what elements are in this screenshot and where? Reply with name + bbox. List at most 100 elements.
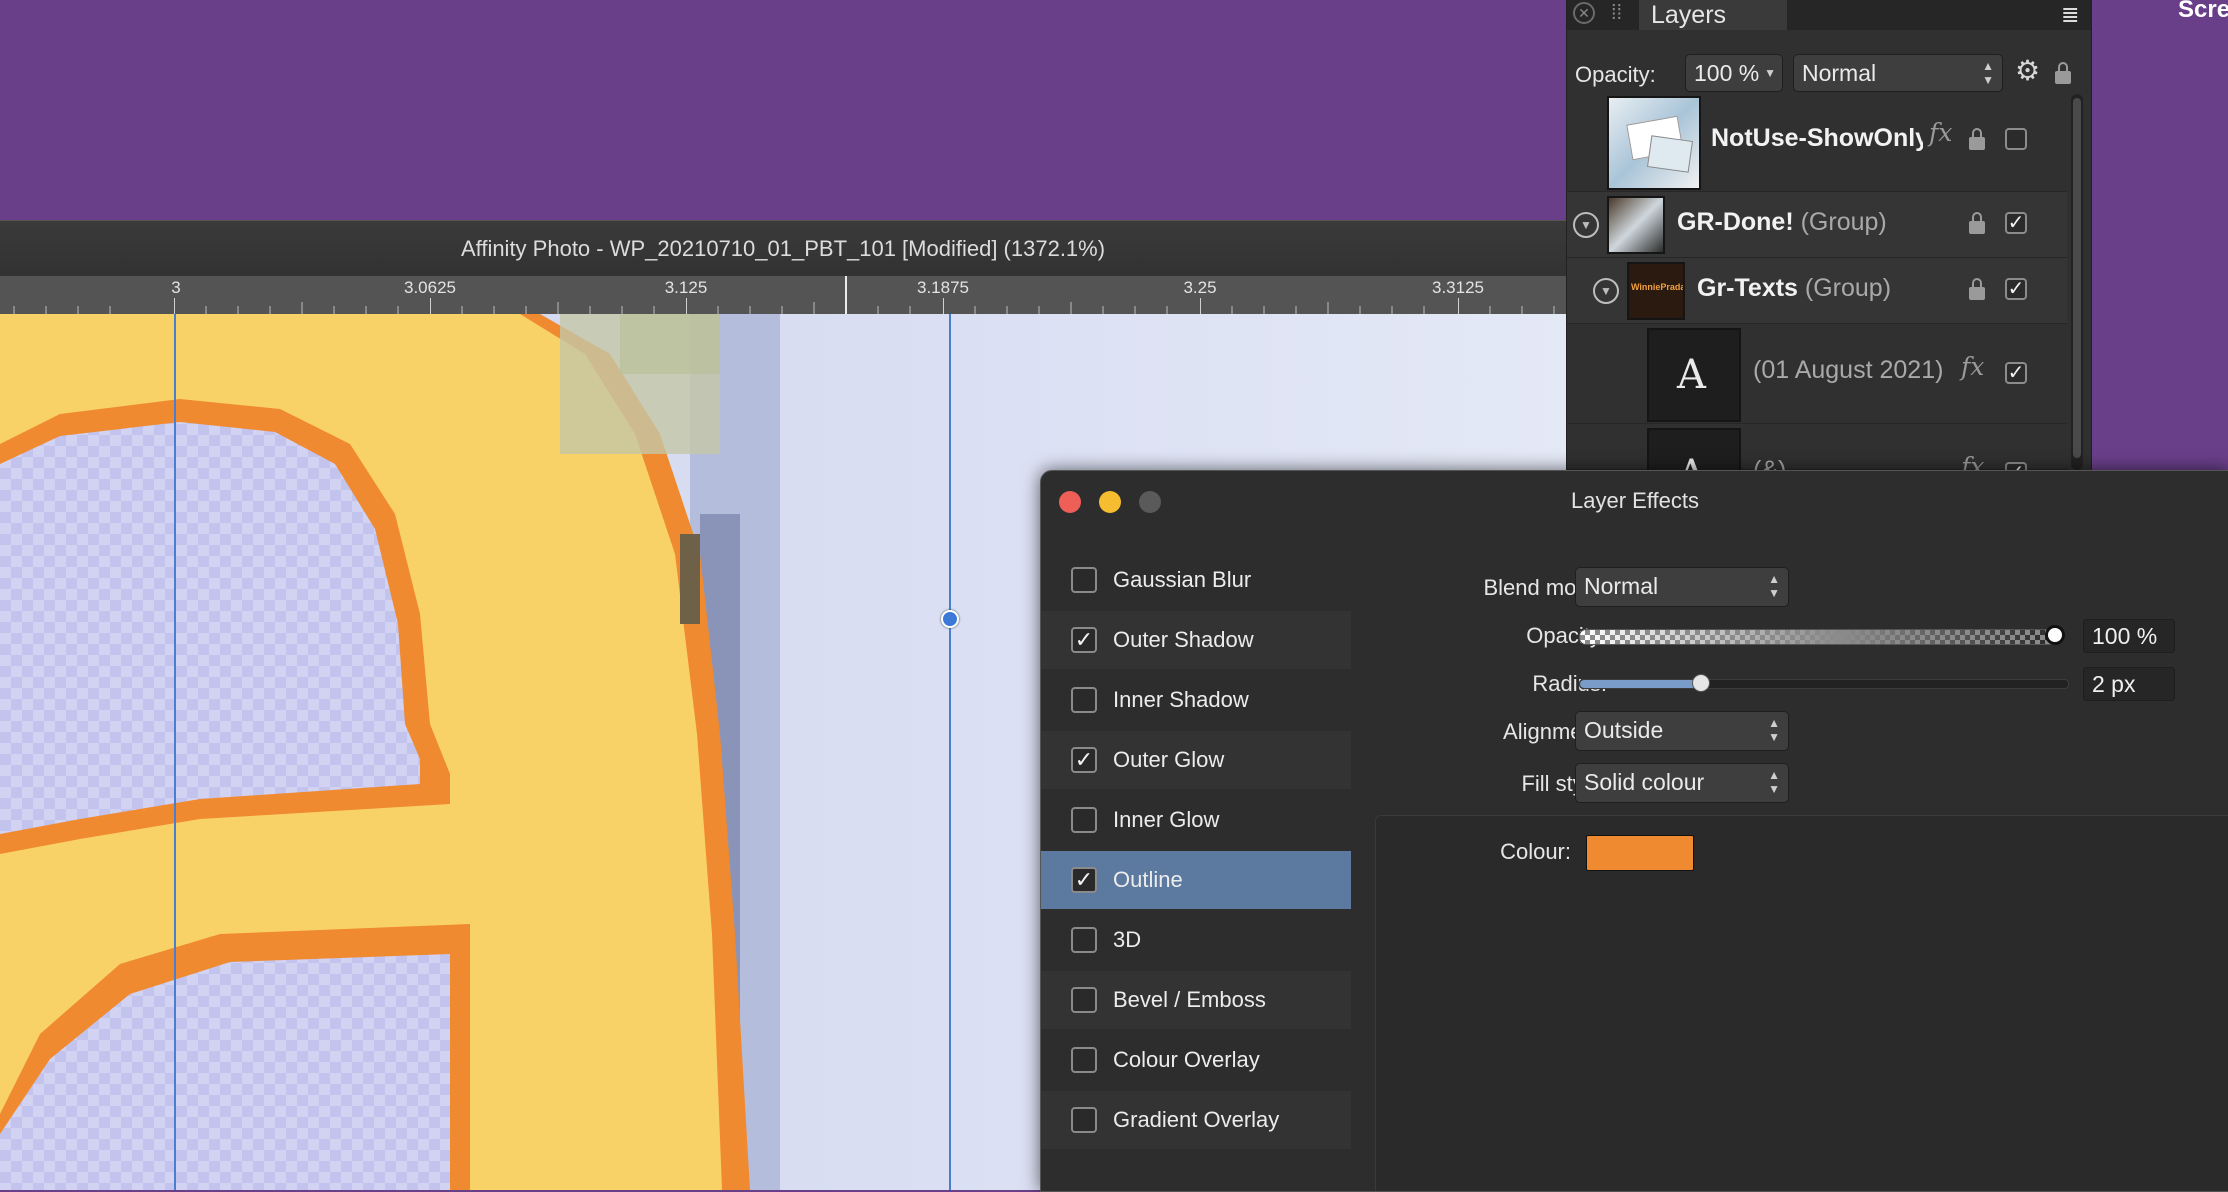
horizontal-ruler[interactable]: 3 3.0625 3.125 3.1875 3.25 3.3125	[0, 276, 1566, 315]
document-title-bar[interactable]: Affinity Photo - WP_20210710_01_PBT_101 …	[0, 220, 1566, 277]
effect-item[interactable]: ✓ Outline	[1041, 851, 1351, 909]
radius-value: 2 px	[2092, 671, 2136, 697]
layer-name-text: Gr-Texts	[1697, 274, 1798, 302]
thumbnail-logo-text: WinniePrada	[1631, 282, 1685, 292]
effect-label: Outer Shadow	[1113, 627, 1254, 652]
layer-thumbnail	[1607, 196, 1665, 254]
layers-options-bar: Opacity: 100 % ▼ Normal ▲ ▼ ⚙	[1567, 54, 2091, 94]
alignment-select[interactable]: Outside ▲ ▼	[1575, 711, 1789, 751]
layer-row[interactable]: NotUse-ShowOnly fx	[1567, 94, 2067, 192]
radius-slider-fill	[1580, 680, 1702, 688]
layer-opacity-field[interactable]: 100 % ▼	[1685, 54, 1783, 92]
updown-arrows-icon: ▲ ▼	[1768, 572, 1780, 600]
effect-item[interactable]: 3D	[1041, 911, 1351, 969]
effect-item[interactable]: Gradient Overlay	[1041, 1091, 1351, 1149]
colour-label: Colour:	[1500, 839, 1571, 864]
panel-menu-icon[interactable]: ≣	[2061, 2, 2079, 28]
opacity-value: 100 %	[2092, 623, 2158, 649]
fill-style-value: Solid colour	[1584, 769, 1705, 795]
blend-mode-select[interactable]: Normal ▲ ▼	[1575, 567, 1789, 607]
visibility-checkbox[interactable]: ✓	[2005, 278, 2027, 300]
minimize-window-icon[interactable]	[1099, 491, 1121, 513]
effect-label: Colour Overlay	[1113, 1047, 1260, 1072]
effect-item[interactable]: ✓ Outer Shadow	[1041, 611, 1351, 669]
fx-icon[interactable]: fx	[1929, 118, 1952, 147]
close-icon[interactable]: ✕	[1573, 2, 1595, 24]
opacity-label: Opacity:	[1575, 62, 1656, 87]
lock-icon[interactable]	[2055, 62, 2071, 84]
guide-handle[interactable]	[941, 610, 959, 628]
layer-blend-mode-select[interactable]: Normal ▲ ▼	[1793, 54, 2003, 92]
effect-label: Outline	[1113, 867, 1183, 892]
expand-triangle-icon[interactable]: ▼	[1573, 212, 1599, 238]
zoom-window-icon[interactable]	[1139, 491, 1161, 513]
effect-checkbox[interactable]	[1071, 687, 1097, 713]
layer-row[interactable]: A (&) fx ✓	[1567, 424, 2067, 488]
opacity-slider[interactable]	[1579, 629, 2057, 645]
effect-item[interactable]: Gaussian Blur	[1041, 551, 1351, 609]
visibility-checkbox[interactable]	[2005, 128, 2027, 150]
fill-style-select[interactable]: Solid colour ▲ ▼	[1575, 763, 1789, 803]
layer-thumbnail	[1607, 96, 1701, 190]
effect-checkbox[interactable]: ✓	[1071, 747, 1097, 773]
radius-value-field[interactable]: 2 px	[2083, 667, 2175, 701]
effect-checkbox[interactable]	[1071, 807, 1097, 833]
layer-row[interactable]: ▼ GR-Done! (Group) ✓	[1567, 192, 2067, 258]
fx-icon[interactable]: fx	[1961, 352, 1984, 381]
effect-label: Outer Glow	[1113, 747, 1225, 772]
effect-checkbox[interactable]	[1071, 1107, 1097, 1133]
updown-arrows-icon: ▲ ▼	[1768, 768, 1780, 796]
effect-item[interactable]: ✓ Outer Glow	[1041, 731, 1351, 789]
close-window-icon[interactable]	[1059, 491, 1081, 513]
gear-icon[interactable]: ⚙	[2015, 54, 2040, 87]
dropdown-arrow-icon: ▼	[1764, 66, 1776, 80]
effect-label: Gradient Overlay	[1113, 1107, 1280, 1132]
layer-opacity-value: 100 %	[1694, 60, 1760, 86]
effect-checkbox[interactable]: ✓	[1071, 867, 1097, 893]
opacity-slider-knob[interactable]	[2045, 625, 2065, 645]
visibility-checkbox[interactable]: ✓	[2005, 212, 2027, 234]
desktop-edge-label: Scre	[2178, 0, 2228, 23]
dialog-title-bar[interactable]: Layer Effects	[1041, 471, 2228, 531]
layers-scrollbar[interactable]	[2071, 94, 2083, 470]
colour-swatch[interactable]	[1586, 835, 1694, 871]
layer-type-text: (Group)	[1804, 274, 1892, 302]
layer-name: NotUse-ShowOnly	[1711, 124, 1923, 152]
opacity-label: Opacity:	[1526, 623, 1607, 648]
grip-icon[interactable]: ⁞⁞	[1611, 2, 1622, 24]
lock-icon[interactable]	[1969, 278, 1985, 300]
updown-arrows-icon: ▲ ▼	[1768, 716, 1780, 744]
layer-row[interactable]: A (01 August 2021) fx ✓	[1567, 324, 2067, 424]
layers-tab-bar: ✕ ⁞⁞ Layers ≣	[1567, 0, 2091, 30]
tab-layers[interactable]: Layers	[1639, 0, 1787, 30]
radius-slider-knob[interactable]	[1692, 674, 1710, 692]
lock-icon[interactable]	[1969, 128, 1985, 150]
alignment-value: Outside	[1584, 717, 1664, 743]
effect-checkbox[interactable]	[1071, 567, 1097, 593]
layer-row[interactable]: ▼ WinniePrada Gr-Texts (Group) ✓	[1567, 258, 2067, 324]
effect-item[interactable]: Colour Overlay	[1041, 1031, 1351, 1089]
layer-name: (01 August 2021)	[1753, 356, 1944, 384]
vertical-guide[interactable]	[174, 314, 176, 1190]
expand-triangle-icon[interactable]: ▼	[1593, 278, 1619, 304]
vertical-guide[interactable]	[949, 314, 951, 1190]
radius-slider[interactable]	[1579, 679, 2069, 689]
layer-name: Gr-Texts (Group)	[1697, 274, 1891, 303]
document-title: Affinity Photo - WP_20210710_01_PBT_101 …	[460, 236, 1106, 261]
layers-panel: ✕ ⁞⁞ Layers ≣ Opacity: 100 % ▼ Normal ▲ ▼…	[1566, 0, 2092, 488]
effect-item[interactable]: Inner Shadow	[1041, 671, 1351, 729]
effect-item[interactable]: Inner Glow	[1041, 791, 1351, 849]
opacity-value-field[interactable]: 100 %	[2083, 619, 2175, 653]
radius-label: Radius:	[1532, 671, 1607, 696]
effect-item[interactable]: Bevel / Emboss	[1041, 971, 1351, 1029]
dialog-title: Layer Effects	[1571, 488, 1699, 513]
layer-name-text: GR-Done!	[1677, 208, 1794, 236]
scrollbar-thumb[interactable]	[2073, 98, 2081, 458]
lock-icon[interactable]	[1969, 212, 1985, 234]
visibility-checkbox[interactable]: ✓	[2005, 362, 2027, 384]
effect-checkbox[interactable]	[1071, 927, 1097, 953]
effect-checkbox[interactable]: ✓	[1071, 627, 1097, 653]
effect-checkbox[interactable]	[1071, 1047, 1097, 1073]
effect-checkbox[interactable]	[1071, 987, 1097, 1013]
layer-name: GR-Done! (Group)	[1677, 208, 1887, 237]
